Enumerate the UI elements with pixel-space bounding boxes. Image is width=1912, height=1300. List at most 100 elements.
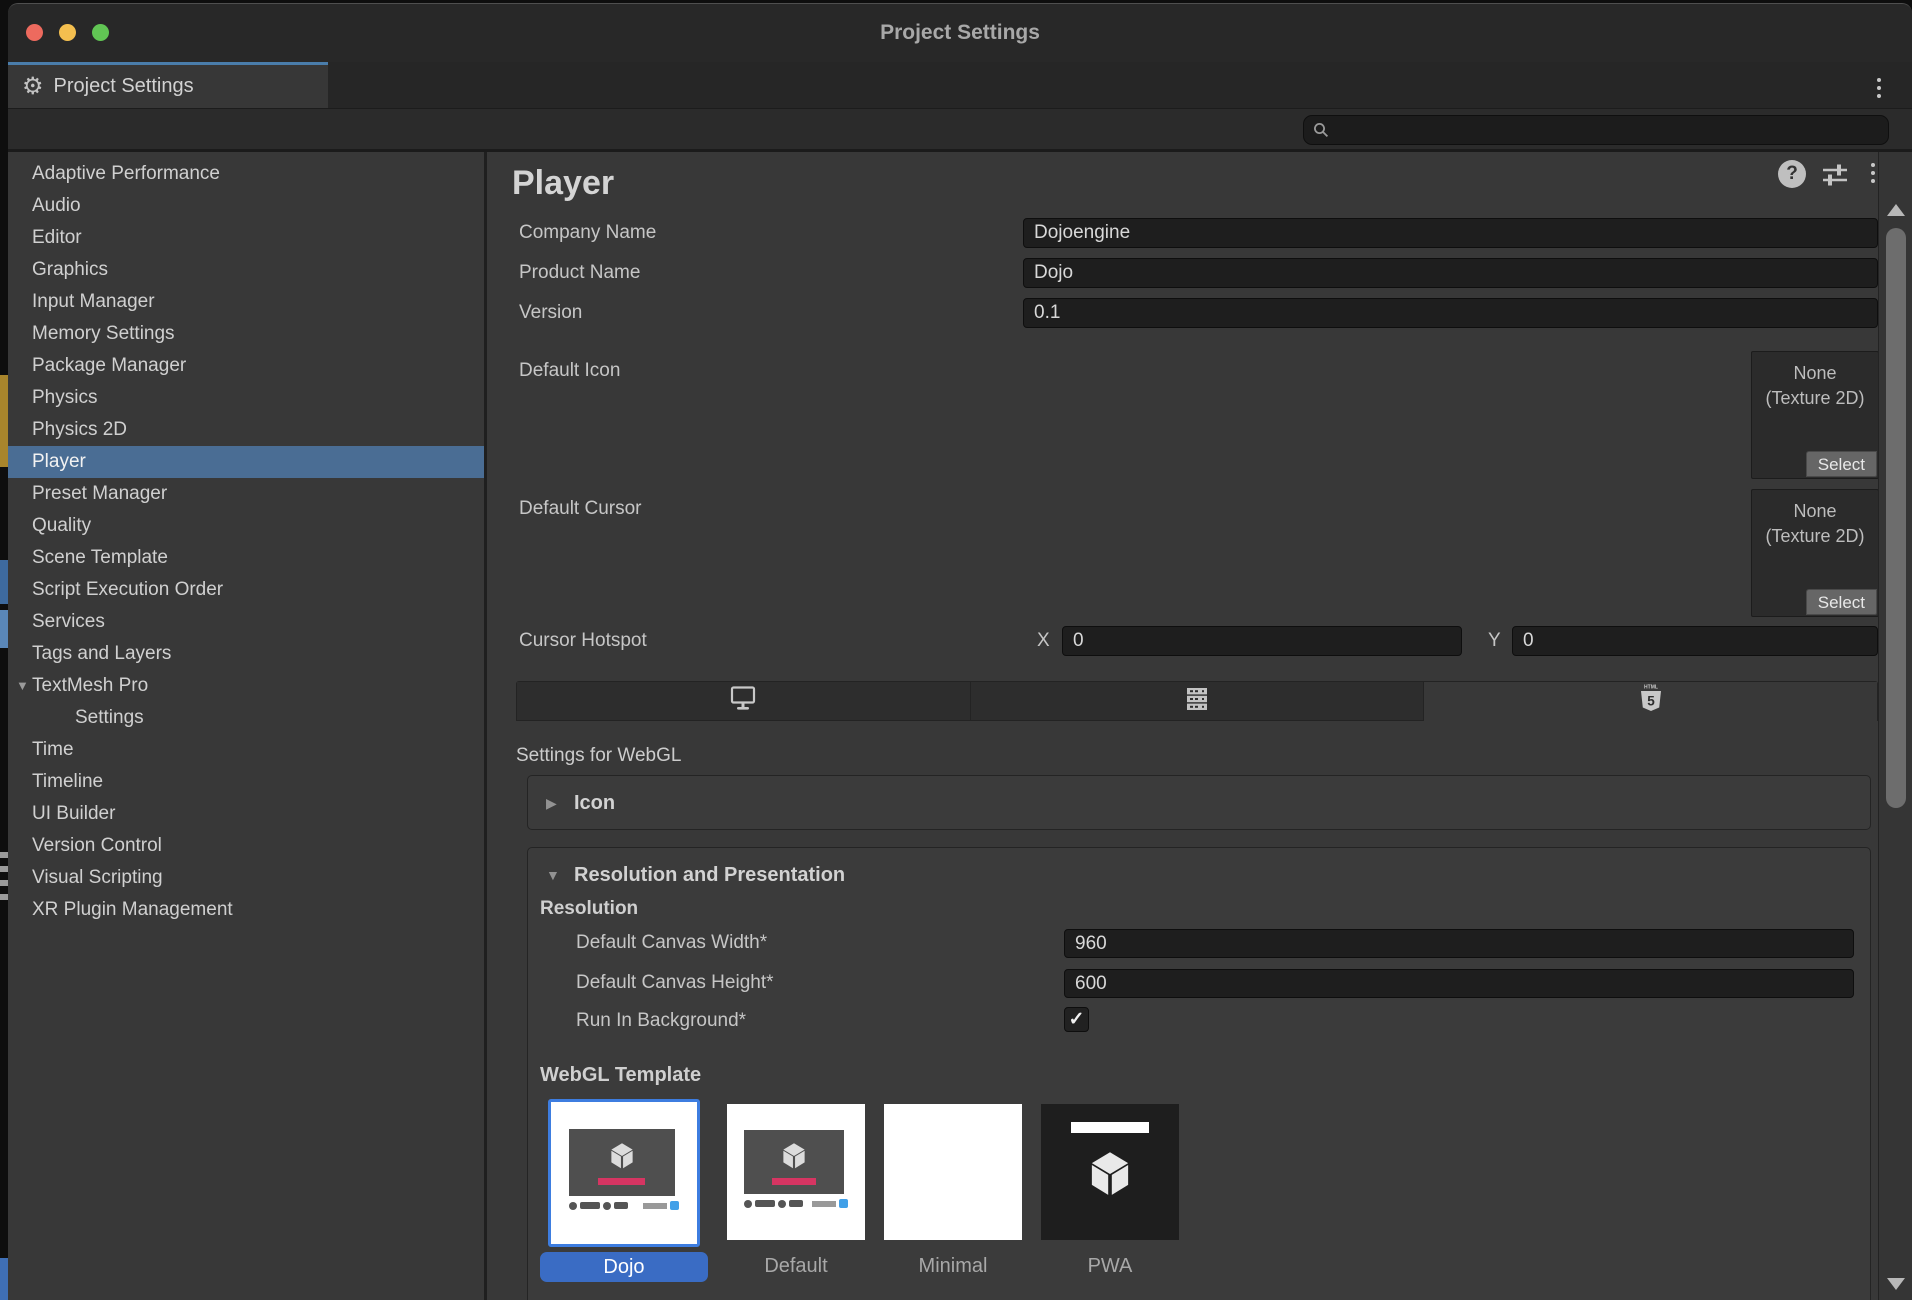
close-button[interactable]	[26, 24, 43, 41]
company-name-input[interactable]	[1023, 218, 1878, 248]
foldout-closed-icon[interactable]: ▶	[546, 795, 562, 812]
sidebar-item-scene-template[interactable]: Scene Template	[8, 542, 484, 574]
default-canvas-width-input[interactable]	[1064, 929, 1854, 958]
webgl-html5-icon: HTML5	[1637, 683, 1665, 720]
sidebar-item-tags-and-layers[interactable]: Tags and Layers	[8, 638, 484, 670]
sidebar-item-label: Timeline	[32, 771, 103, 792]
sidebar-item-quality[interactable]: Quality	[8, 510, 484, 542]
product-name-input[interactable]	[1023, 258, 1878, 288]
template-card-pwa[interactable]	[1041, 1104, 1179, 1240]
default-canvas-height-input[interactable]	[1064, 969, 1854, 998]
sidebar-item-textmesh-pro[interactable]: ▼TextMesh Pro	[8, 670, 484, 702]
sidebar-item-label: UI Builder	[32, 803, 115, 824]
sidebar-item-visual-scripting[interactable]: Visual Scripting	[8, 862, 484, 894]
icon-foldout[interactable]: ▶ Icon	[527, 775, 1871, 830]
version-input[interactable]	[1023, 298, 1878, 328]
sidebar-item-version-control[interactable]: Version Control	[8, 830, 484, 862]
sidebar-item-graphics[interactable]: Graphics	[8, 254, 484, 286]
resolution-foldout-header[interactable]: ▼ Resolution and Presentation	[546, 860, 845, 890]
sidebar-item-physics[interactable]: Physics	[8, 382, 484, 414]
tab-project-settings[interactable]: Project Settings	[8, 62, 328, 108]
template-card-minimal[interactable]	[884, 1104, 1022, 1240]
cursor-hotspot-label: Cursor Hotspot	[519, 626, 647, 656]
page-title: Player	[512, 164, 614, 203]
version-label: Version	[519, 298, 582, 328]
foldout-open-icon[interactable]: ▼	[546, 867, 562, 883]
sidebar-item-xr-plugin-management[interactable]: XR Plugin Management	[8, 894, 484, 926]
scroll-up-icon[interactable]	[1887, 204, 1905, 216]
platform-tab-bar: HTML5	[516, 681, 1878, 721]
search-input[interactable]	[1335, 117, 1888, 143]
sidebar-item-timeline[interactable]: Timeline	[8, 766, 484, 798]
search-box[interactable]	[1303, 115, 1889, 145]
sidebar-item-services[interactable]: Services	[8, 606, 484, 638]
dojo-progress-bar	[598, 1178, 645, 1185]
search-icon	[1313, 122, 1329, 138]
minimize-button[interactable]	[59, 24, 76, 41]
scrollbar-thumb[interactable]	[1886, 228, 1906, 808]
sidebar-item-input-manager[interactable]: Input Manager	[8, 286, 484, 318]
run-in-background-label: Run In Background*	[576, 1006, 746, 1036]
tab-strip-menu-icon[interactable]	[1872, 78, 1886, 98]
template-thumbnail-footer	[744, 1199, 849, 1208]
sidebar-item-audio[interactable]: Audio	[8, 190, 484, 222]
settings-for-label: Settings for WebGL	[516, 741, 681, 771]
platform-tab-desktop[interactable]	[517, 682, 971, 721]
sidebar: Adaptive PerformanceAudio Editor GraphicsI…	[8, 152, 487, 1300]
sidebar-item-label: Editor	[32, 227, 82, 248]
sidebar-item-label: XR Plugin Management	[32, 899, 233, 920]
template-thumbnail-screen	[744, 1130, 845, 1194]
sidebar-item-script-execution-order[interactable]: Script Execution Order	[8, 574, 484, 606]
hotspot-y-label: Y	[1488, 626, 1501, 656]
texture-type-label: (Texture 2D)	[1752, 386, 1878, 411]
resolution-foldout-label: Resolution and Presentation	[574, 860, 845, 890]
scroll-down-icon[interactable]	[1887, 1278, 1905, 1290]
sidebar-item-preset-manager[interactable]: Preset Manager	[8, 478, 484, 510]
sidebar-item-label: Package Manager	[32, 355, 186, 376]
run-in-background-checkbox[interactable]	[1064, 1007, 1089, 1032]
template-card-default[interactable]	[727, 1104, 865, 1240]
default-cursor-texture-well[interactable]: None (Texture 2D) Select	[1751, 489, 1879, 617]
sidebar-item-label: Visual Scripting	[32, 867, 163, 888]
background-window-fragment	[0, 852, 8, 858]
project-settings-window: Project Settings Project Settings Adapti…	[8, 3, 1912, 1300]
platform-tab-dedicated-server[interactable]	[971, 682, 1425, 721]
sidebar-item-player[interactable]: Player	[8, 446, 484, 478]
default-icon-texture-well[interactable]: None (Texture 2D) Select	[1751, 351, 1879, 479]
vertical-scrollbar[interactable]	[1878, 152, 1912, 1300]
titlebar: Project Settings	[8, 4, 1912, 62]
background-window-fragment	[0, 880, 8, 886]
icon-foldout-label: Icon	[574, 788, 615, 818]
resolution-subheader: Resolution	[540, 894, 638, 924]
select-button[interactable]: Select	[1806, 451, 1877, 477]
template-option-minimal: Minimal	[884, 1104, 1022, 1281]
background-window-fragment	[0, 894, 8, 900]
sidebar-item-settings[interactable]: Settings	[8, 702, 484, 734]
sidebar-item-label: Time	[32, 739, 74, 760]
template-card-dojo[interactable]	[548, 1099, 700, 1247]
template-option-pwa: PWA	[1041, 1104, 1179, 1281]
cursor-hotspot-x-input[interactable]	[1062, 626, 1462, 656]
cursor-hotspot-y-input[interactable]	[1512, 626, 1878, 656]
sidebar-item-adaptive-performance[interactable]: Adaptive Performance	[8, 158, 484, 190]
template-thumbnail-footer	[569, 1201, 680, 1210]
maximize-button[interactable]	[92, 24, 109, 41]
platform-tab-webgl-html5[interactable]: HTML5	[1424, 682, 1877, 721]
sidebar-item-memory-settings[interactable]: Memory Settings	[8, 318, 484, 350]
sidebar-item-label: Physics 2D	[32, 419, 127, 440]
help-icon[interactable]: ?	[1778, 160, 1806, 188]
background-window-fragment	[0, 560, 8, 604]
select-button[interactable]: Select	[1806, 589, 1877, 615]
sidebar-item-ui-builder[interactable]: UI Builder	[8, 798, 484, 830]
texture-none-label: None	[1752, 499, 1878, 524]
presets-sliders-icon[interactable]	[1821, 162, 1849, 188]
sidebar-item-package-manager[interactable]: Package Manager	[8, 350, 484, 382]
sidebar-item-physics-2d[interactable]: Physics 2D	[8, 414, 484, 446]
webgl-template-list: DojoDefaultMinimalPWA	[540, 1099, 1179, 1282]
tab-strip: Project Settings	[8, 62, 1912, 108]
sidebar-item-time[interactable]: Time	[8, 734, 484, 766]
foldout-open-icon[interactable]: ▼	[16, 670, 29, 702]
webgl-badge	[670, 1201, 679, 1210]
sidebar-item-label: Quality	[32, 515, 91, 536]
sidebar-item-editor[interactable]: Editor	[8, 222, 484, 254]
